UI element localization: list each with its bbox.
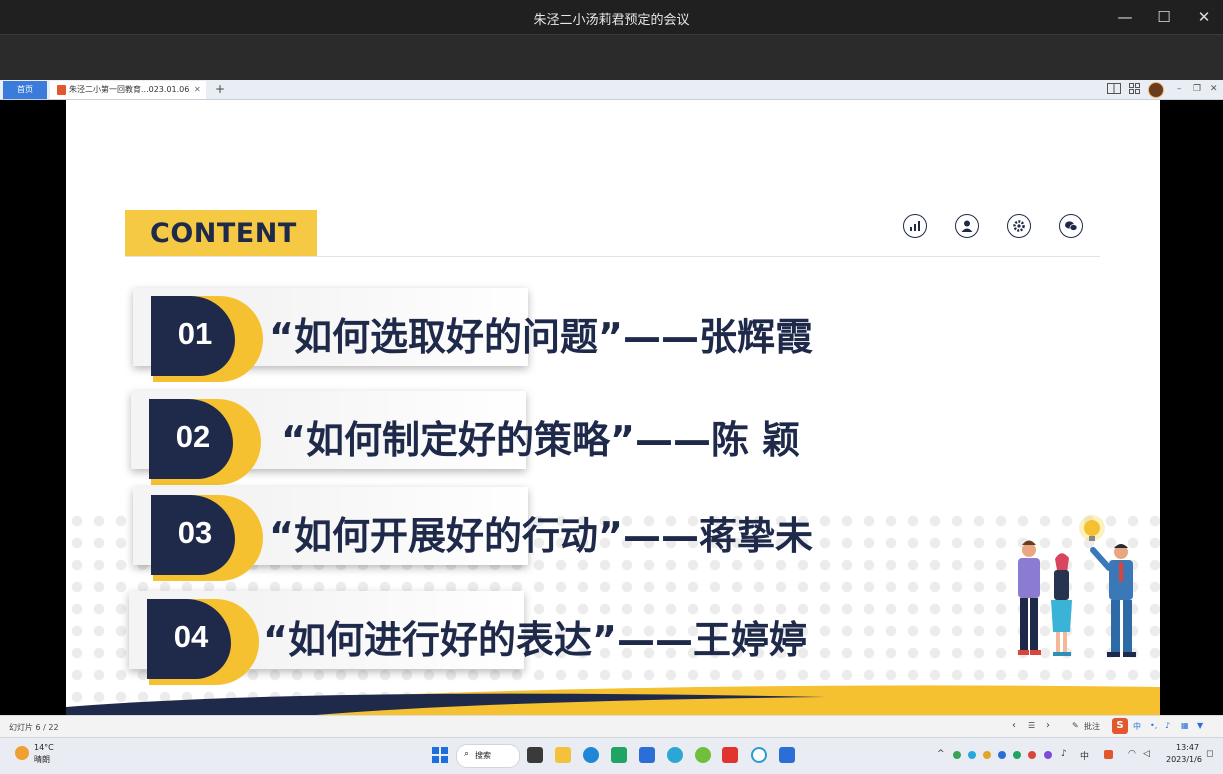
weather-desc[interactable]: 晴朗	[34, 754, 50, 765]
close-tab-icon[interactable]: ✕	[194, 81, 201, 99]
tray-app-icon[interactable]	[1013, 751, 1021, 759]
tray-app-icon[interactable]	[953, 751, 961, 759]
minimize-viewer-icon[interactable]: –	[1177, 83, 1182, 95]
volume-icon[interactable]: ◁	[1143, 749, 1150, 759]
chat-icon	[1059, 214, 1083, 238]
clock-time[interactable]: 13:47	[1176, 743, 1199, 752]
ime-punct-icon[interactable]: •,	[1150, 721, 1157, 730]
agenda-number: 04	[173, 619, 209, 654]
document-tab-title: 朱泾二小第一回教育...023.01.06	[69, 85, 190, 94]
annotate-icon[interactable]: ✎	[1072, 721, 1079, 730]
gear-icon	[1007, 214, 1031, 238]
keyboard-icon[interactable]: ▦	[1181, 721, 1189, 730]
agenda-item-4: 04 “如何进行好的表达”——王婷婷	[129, 591, 909, 685]
start-icon[interactable]	[432, 747, 448, 763]
mic-icon[interactable]: ♪	[1165, 721, 1170, 730]
bluetooth-icon[interactable]	[998, 751, 1006, 759]
browser-icon-2[interactable]	[695, 747, 711, 763]
meeting-header-area	[0, 34, 1223, 81]
browser-icon[interactable]	[667, 747, 683, 763]
sogou-ime-icon[interactable]: S	[1112, 718, 1128, 734]
agenda-text: “如何进行好的表达”——王婷婷	[263, 618, 807, 662]
tray-chevron-icon[interactable]: ^	[937, 749, 945, 759]
agenda-text: “如何开展好的行动”——蒋挚未	[269, 514, 813, 558]
bottom-decoration	[66, 685, 1160, 715]
reading-mode-icon[interactable]	[1107, 83, 1121, 95]
maximize-button[interactable]: ☐	[1144, 0, 1184, 34]
agenda-item-1: 01 “如何选取好的问题”——张辉霞	[133, 288, 913, 382]
slide-canvas: CONTENT 01 “如何选取好的问题”——张辉霞 02 “如何制定好的策略”…	[66, 100, 1160, 715]
store-icon[interactable]	[611, 747, 627, 763]
tray-lang[interactable]: 中	[1080, 749, 1089, 762]
windows-taskbar: 14°C 晴朗 ⌕ 搜索 ^ ♪ 中 ◠ ◁ 13:47 2023/1/6 ◻	[0, 737, 1223, 774]
search-label: 搜索	[475, 751, 491, 760]
agenda-item-2: 02 “如何制定好的策略”——陈 颖	[131, 391, 911, 485]
notification-icon[interactable]: ◻	[1206, 749, 1213, 759]
content-heading-box: CONTENT	[125, 210, 317, 256]
agenda-number: 03	[177, 515, 213, 550]
restore-viewer-icon[interactable]: ❐	[1193, 83, 1201, 95]
divider	[125, 256, 1100, 257]
prev-slide-icon[interactable]: ‹	[1012, 720, 1016, 731]
file-explorer-icon[interactable]	[555, 747, 571, 763]
weather-temp[interactable]: 14°C	[34, 743, 54, 752]
edge-icon[interactable]	[583, 747, 599, 763]
agenda-text: “如何选取好的问题”——张辉霞	[269, 315, 813, 359]
skin-icon[interactable]: ▼	[1197, 721, 1203, 730]
clock-date[interactable]: 2023/1/6	[1166, 755, 1202, 764]
search-icon: ⌕	[464, 749, 470, 759]
mic-tray-icon[interactable]: ♪	[1061, 749, 1067, 759]
chart-icon	[903, 214, 927, 238]
taskbar-search[interactable]: ⌕ 搜索	[456, 744, 520, 768]
weather-icon[interactable]	[15, 746, 29, 760]
task-view-icon[interactable]	[527, 747, 543, 763]
slide-list-icon[interactable]: ☰	[1028, 721, 1035, 730]
tray-app-icon[interactable]	[1028, 751, 1036, 759]
home-tab[interactable]: 首页	[3, 81, 47, 99]
agenda-item-3: 03 “如何开展好的行动”——蒋挚未	[133, 487, 913, 581]
tray-app-icon[interactable]	[983, 751, 991, 759]
ime-mode[interactable]: 中	[1133, 721, 1141, 732]
people-illustration	[1018, 515, 1136, 657]
next-slide-icon[interactable]: ›	[1046, 720, 1050, 731]
annotate-label[interactable]: 批注	[1084, 721, 1100, 732]
wps-icon[interactable]	[722, 747, 738, 763]
agenda-number: 01	[177, 316, 213, 351]
tray-app-icon[interactable]	[968, 751, 976, 759]
wifi-icon[interactable]: ◠	[1128, 749, 1136, 759]
viewer-tabbar: 首页 朱泾二小第一回教育...023.01.06 ✕ + – ❐ ✕	[0, 80, 1223, 100]
new-tab-button[interactable]: +	[215, 80, 225, 99]
window-title: 朱泾二小汤莉君预定的会议	[533, 13, 690, 28]
grid-view-icon[interactable]	[1129, 83, 1140, 95]
tray-app-icon[interactable]	[1044, 751, 1052, 759]
slide-counter: 幻灯片 6 / 22	[9, 723, 59, 732]
viewer-statusbar: 幻灯片 6 / 22 ‹ ☰ › ✎ 批注 S 中 •, ♪ ▦ ▼	[0, 715, 1223, 738]
agenda-text: “如何制定好的策略”——陈 颖	[281, 418, 801, 462]
app-icon[interactable]	[639, 747, 655, 763]
chat-app-icon[interactable]	[751, 747, 767, 763]
close-viewer-icon[interactable]: ✕	[1210, 83, 1218, 95]
content-heading: CONTENT	[150, 218, 297, 249]
minimize-button[interactable]: —	[1105, 0, 1145, 34]
avatar[interactable]	[1148, 82, 1164, 98]
agenda-number: 02	[175, 419, 211, 454]
meeting-app-icon[interactable]	[779, 747, 795, 763]
sogou-tray-icon[interactable]	[1104, 750, 1113, 759]
document-tab[interactable]: 朱泾二小第一回教育...023.01.06 ✕	[50, 81, 206, 99]
window-titlebar: 朱泾二小汤莉君预定的会议 — ☐ ✕	[0, 0, 1223, 34]
presentation-file-icon	[57, 85, 66, 95]
close-button[interactable]: ✕	[1184, 0, 1223, 34]
user-icon	[955, 214, 979, 238]
